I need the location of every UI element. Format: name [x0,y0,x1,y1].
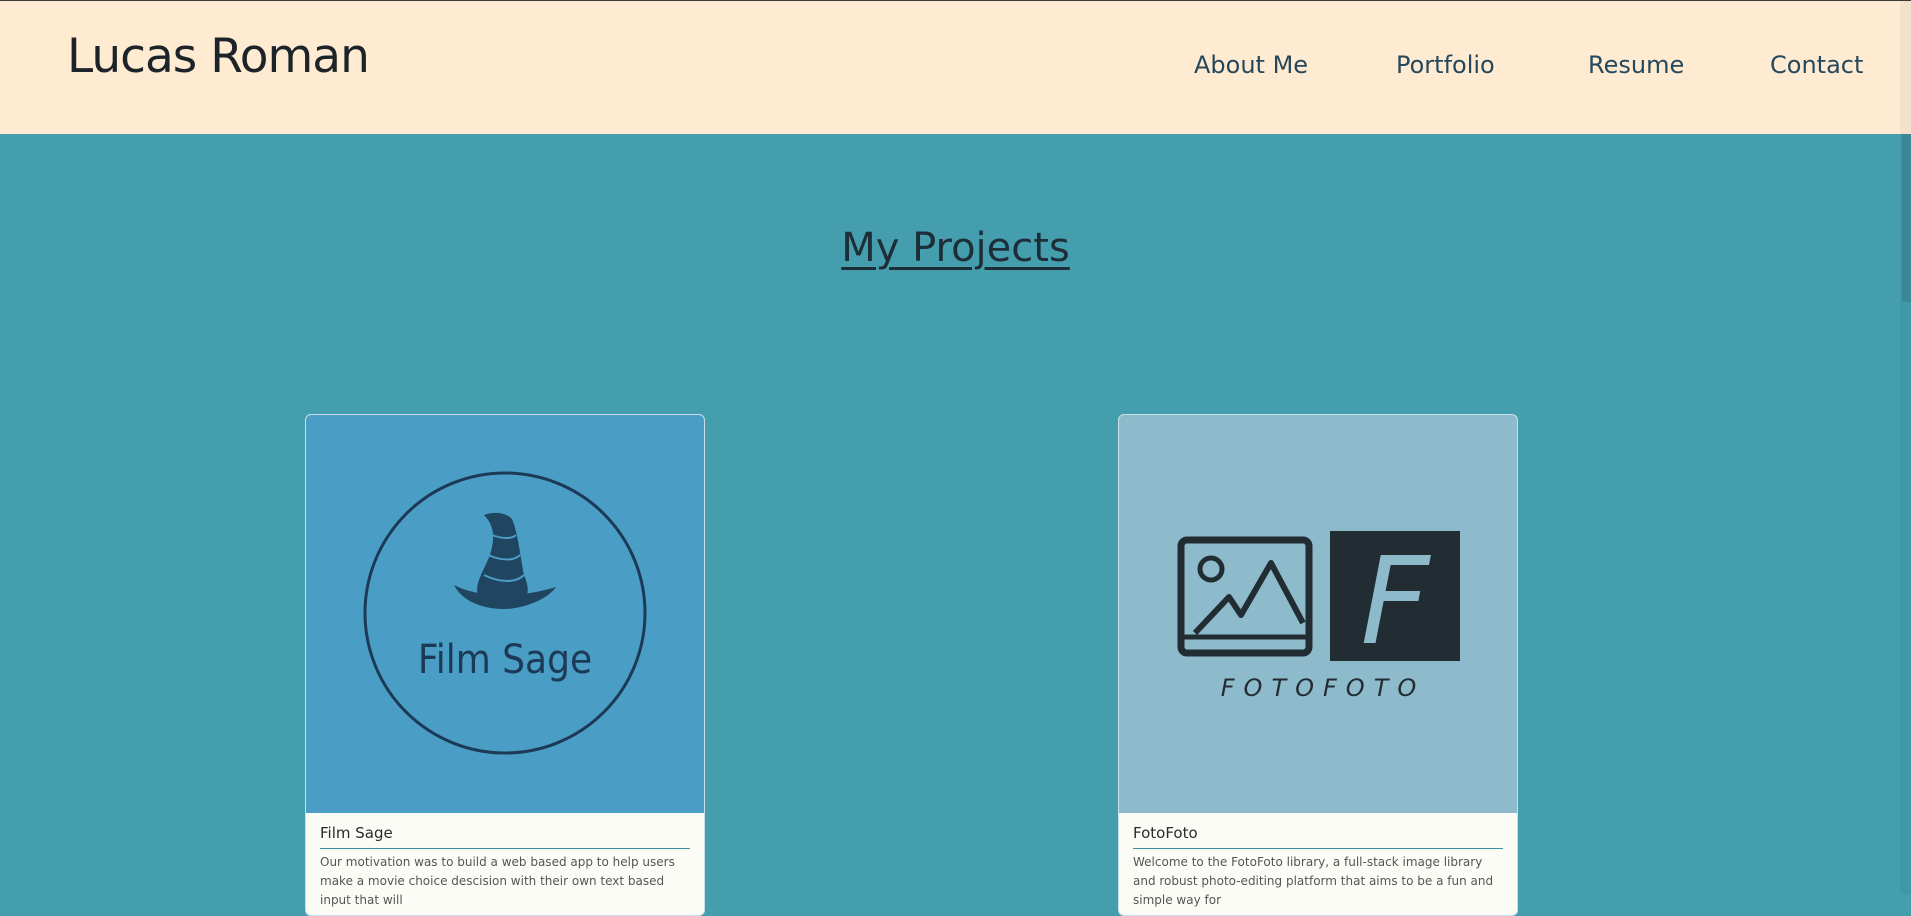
project-image: Film Sage [306,415,704,813]
project-image: F FOTOFOTO [1119,415,1517,813]
image-icon [1177,536,1313,657]
film-sage-logo: Film Sage [363,471,647,755]
nav-contact[interactable]: Contact [1770,51,1863,79]
card-title: FotoFoto [1133,824,1503,849]
site-header: Lucas Roman About Me Portfolio Resume Co… [0,1,1900,134]
card-description: Welcome to the FotoFoto library, a full-… [1133,855,1494,907]
svg-text:F: F [1360,533,1431,672]
wizard-hat-icon [454,512,556,609]
nav-resume[interactable]: Resume [1588,51,1684,79]
nav-portfolio[interactable]: Portfolio [1396,51,1495,79]
logo-text: FOTOFOTO [1221,674,1426,702]
logo-text: Film Sage [418,637,592,683]
card-title: Film Sage [320,824,690,849]
fotofoto-logo: F FOTOFOTO [1177,531,1460,702]
card-body: Film Sage Our motivation was to build a … [306,813,704,910]
scrollbar-track-top [1900,1,1911,134]
site-brand[interactable]: Lucas Roman [67,29,370,84]
letter-f-tile: F [1330,531,1460,672]
card-description: Our motivation was to build a web based … [320,855,675,907]
nav-about-me[interactable]: About Me [1194,51,1308,79]
section-title: My Projects [841,225,1070,271]
scrollbar-thumb[interactable] [1902,134,1911,302]
project-card-fotofoto[interactable]: F FOTOFOTO FotoFoto Welcome to the FotoF… [1118,414,1518,916]
card-body: FotoFoto Welcome to the FotoFoto library… [1119,813,1517,910]
project-card-film-sage[interactable]: Film Sage Film Sage Our motivation was t… [305,414,705,916]
